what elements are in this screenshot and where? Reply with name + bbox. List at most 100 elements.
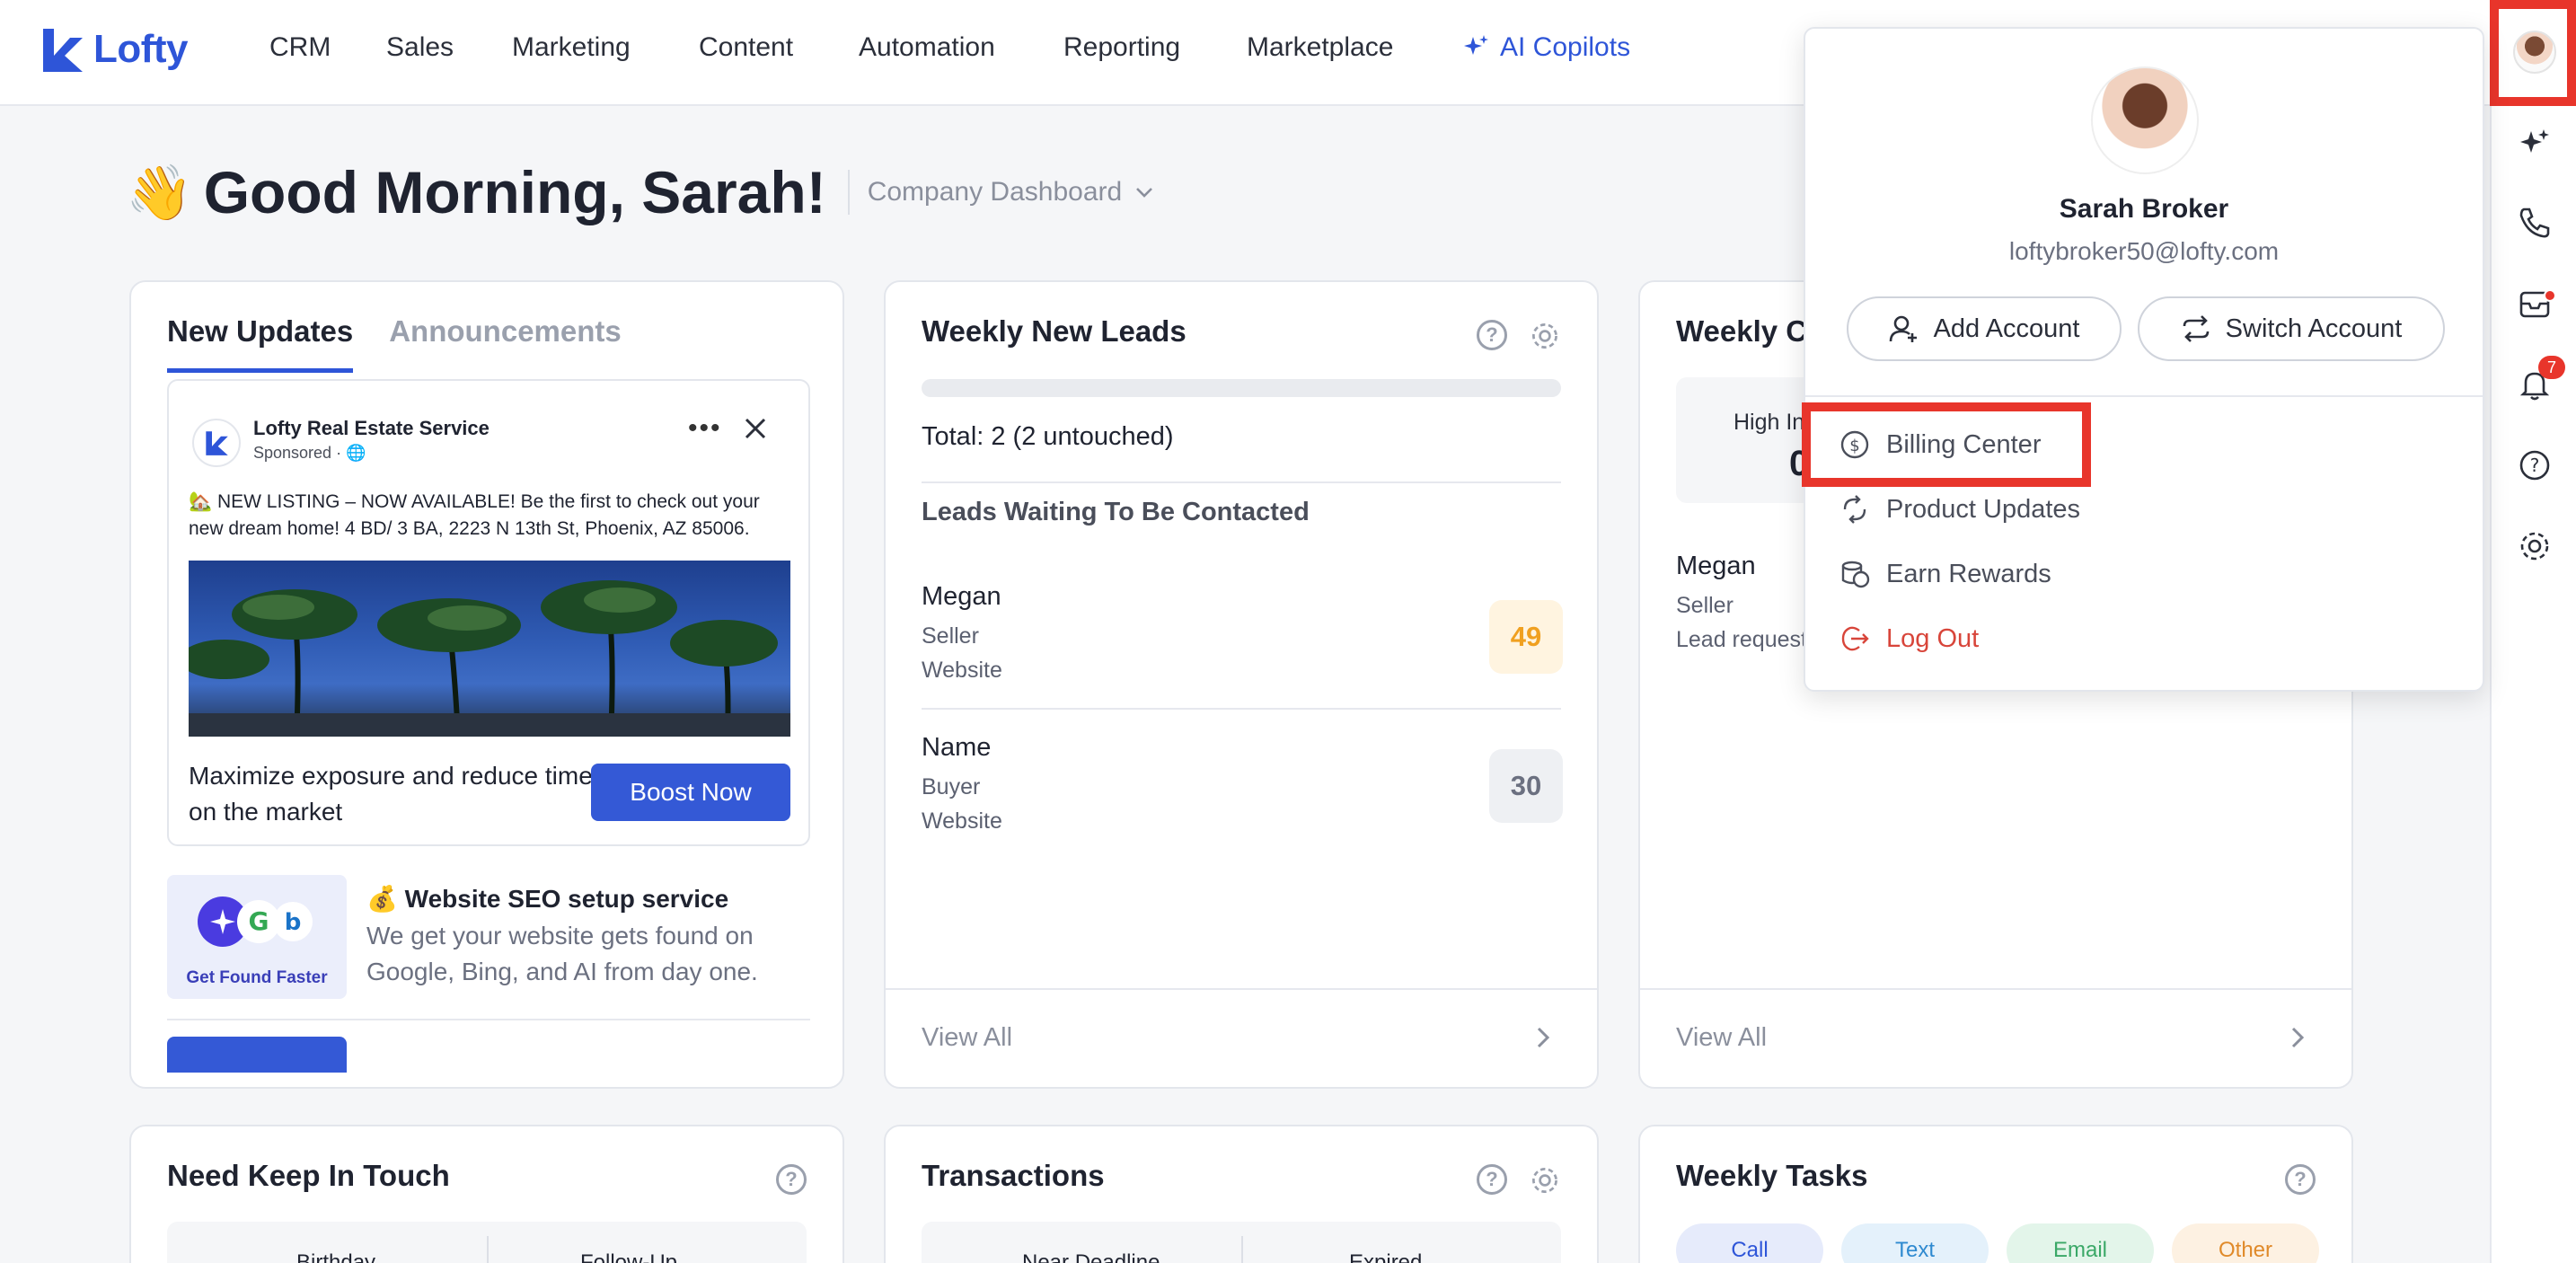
menu-item-earn-rewards[interactable]: Earn Rewards — [1839, 559, 2051, 589]
menu-item-log-out[interactable]: Log Out — [1839, 623, 1979, 654]
lead-type: Seller — [1676, 593, 1734, 618]
nav-marketing[interactable]: Marketing — [512, 32, 631, 63]
ai-sparkle-icon[interactable] — [2517, 126, 2553, 162]
seo-promo-image[interactable]: G b Get Found Faster — [167, 875, 347, 999]
tab-birthday[interactable]: Birthday — [296, 1250, 375, 1263]
divider — [886, 988, 1597, 990]
nav-crm[interactable]: CRM — [269, 32, 331, 63]
tab-expired[interactable]: Expired — [1349, 1250, 1422, 1263]
profile-avatar-button[interactable] — [2490, 0, 2576, 106]
ad-page-logo — [192, 419, 241, 467]
more-options-icon[interactable]: ••• — [688, 413, 722, 444]
svg-text:b: b — [285, 909, 302, 936]
palm-trees-image — [189, 580, 790, 737]
nav-sales[interactable]: Sales — [386, 32, 454, 63]
tab-near-deadline[interactable]: Near Deadline — [1022, 1250, 1160, 1263]
leads-progress-bar — [922, 379, 1561, 397]
divider — [167, 1019, 810, 1020]
task-filter-other[interactable]: Other — [2172, 1223, 2319, 1263]
view-all-link[interactable]: View All — [922, 1023, 1012, 1053]
switch-icon — [2183, 315, 2209, 342]
switch-account-label: Switch Account — [2225, 314, 2403, 343]
card-title: Weekly C — [1676, 314, 1808, 348]
keep-in-touch-tabs: Birthday Follow-Up — [167, 1222, 807, 1263]
card-title: Weekly New Leads — [922, 314, 1187, 348]
leads-section-title: Leads Waiting To Be Contacted — [922, 498, 1310, 526]
help-icon[interactable]: ? — [1477, 1164, 1507, 1195]
menu-divider — [1805, 395, 2483, 397]
lead-name[interactable]: Megan — [922, 582, 1001, 612]
chevron-right-icon[interactable] — [2289, 1024, 2307, 1051]
add-account-label: Add Account — [1933, 314, 2080, 343]
settings-gear-icon[interactable] — [2517, 528, 2553, 564]
tab-announcements[interactable]: Announcements — [389, 314, 622, 373]
updates-card: New Updates Announcements Lofty Real Est… — [129, 280, 844, 1089]
boost-now-button[interactable]: Boost Now — [591, 764, 790, 821]
lofty-mini-logo-icon — [206, 431, 228, 455]
phone-icon[interactable] — [2517, 205, 2553, 241]
card-title: Weekly Tasks — [1676, 1159, 1868, 1192]
lead-source: Website — [922, 658, 1002, 683]
lead-type: Seller — [922, 623, 979, 649]
nav-reporting[interactable]: Reporting — [1063, 32, 1180, 63]
tab-new-updates[interactable]: New Updates — [167, 314, 354, 373]
view-all-link[interactable]: View All — [1676, 1023, 1767, 1053]
search-engine-logos-icon: G b — [198, 896, 313, 947]
lead-name[interactable]: Name — [922, 733, 991, 763]
tab-divider — [1241, 1236, 1243, 1263]
coins-icon — [1841, 561, 1870, 588]
lofty-logo[interactable]: Lofty — [40, 25, 189, 74]
ad-page-name: Lofty Real Estate Service — [253, 417, 490, 439]
seo-service-title[interactable]: 💰 Website SEO setup service — [366, 884, 728, 914]
card-title: Need Keep In Touch — [167, 1159, 450, 1192]
nav-ai-copilots[interactable]: AI Copilots — [1462, 32, 1630, 63]
tab-divider — [487, 1236, 489, 1263]
settings-gear-icon[interactable] — [1529, 320, 1561, 352]
lead-source: Website — [922, 808, 1002, 834]
chevron-down-icon — [1136, 188, 1153, 198]
task-filter-text[interactable]: Text — [1841, 1223, 1989, 1263]
next-promo-image[interactable] — [167, 1037, 347, 1073]
divider — [922, 481, 1561, 483]
chevron-right-icon[interactable] — [1534, 1024, 1552, 1051]
profile-avatar — [2513, 31, 2556, 74]
greeting-divider — [847, 170, 850, 215]
add-account-button[interactable]: Add Account — [1847, 296, 2122, 361]
task-filter-call[interactable]: Call — [1676, 1223, 1823, 1263]
lofty-logo-icon — [43, 29, 83, 72]
refresh-icon — [1843, 495, 1866, 524]
logout-icon — [1841, 626, 1869, 651]
globe-icon: 🌐 — [346, 444, 366, 462]
ad-footer-text: Maximize exposure and reduce time on the… — [189, 762, 593, 826]
svg-text:G: G — [249, 906, 269, 936]
account-email: loftybroker50@lofty.com — [2008, 237, 2280, 265]
lead-note: Lead request — [1676, 627, 1807, 652]
tab-follow-up[interactable]: Follow-Up — [580, 1250, 677, 1263]
dashboard-selector[interactable]: Company Dashboard — [868, 177, 1155, 208]
keep-in-touch-card: Need Keep In Touch ? Birthday Follow-Up — [129, 1125, 844, 1263]
help-icon[interactable]: ? — [2285, 1164, 2316, 1195]
menu-item-label: Product Updates — [1886, 494, 2081, 524]
billing-center-highlight — [1802, 402, 2091, 487]
switch-account-button[interactable]: Switch Account — [2138, 296, 2445, 361]
settings-gear-icon[interactable] — [1529, 1164, 1561, 1197]
help-icon[interactable]: ? — [1477, 320, 1507, 350]
notification-count-badge: 7 — [2538, 356, 2565, 379]
close-icon[interactable] — [742, 415, 769, 442]
divider — [922, 708, 1561, 710]
help-icon[interactable]: ? — [776, 1164, 807, 1195]
lead-name[interactable]: Megan — [1676, 552, 1756, 581]
weekly-new-leads-card: Weekly New Leads ? Total: 2 (2 untouched… — [884, 280, 1599, 1089]
task-filter-email[interactable]: Email — [2007, 1223, 2154, 1263]
help-icon[interactable]: ? — [2517, 447, 2553, 483]
ad-body-text: 🏡 NEW LISTING – NOW AVAILABLE! Be the fi… — [189, 491, 760, 539]
nav-content[interactable]: Content — [699, 32, 793, 63]
nav-automation[interactable]: Automation — [859, 32, 995, 63]
menu-item-product-updates[interactable]: Product Updates — [1839, 494, 2080, 525]
menu-item-label: Log Out — [1886, 623, 1980, 653]
seo-image-caption: Get Found Faster — [186, 968, 328, 987]
ad-sponsored-text: Sponsored · — [253, 444, 342, 462]
lead-type: Buyer — [922, 774, 981, 799]
nav-marketplace[interactable]: Marketplace — [1247, 32, 1393, 63]
listing-photo[interactable] — [189, 561, 790, 737]
